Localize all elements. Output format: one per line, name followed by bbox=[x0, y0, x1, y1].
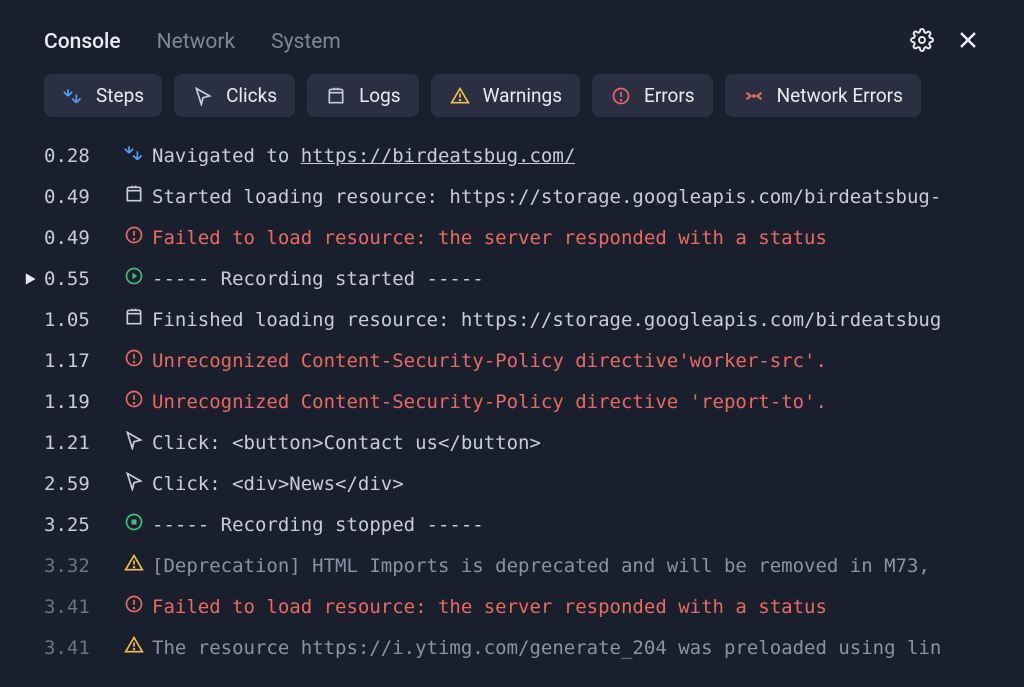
steps-icon bbox=[62, 85, 84, 107]
row-timestamp: 0.49 bbox=[44, 227, 120, 249]
network-error-icon bbox=[743, 85, 765, 107]
log-row[interactable]: 3.25 ----- Recording stopped ----- bbox=[16, 504, 1024, 545]
log-row[interactable]: 1.05 Finished loading resource: https://s… bbox=[16, 299, 1024, 340]
row-icon bbox=[120, 553, 148, 578]
log-row[interactable]: 0.49 Failed to load resource: the server … bbox=[16, 217, 1024, 258]
log-row[interactable]: 0.28 Navigated to https://birdeatsbug.com… bbox=[16, 135, 1024, 176]
filter-label: Steps bbox=[96, 84, 144, 107]
filter-network-errors[interactable]: Network Errors bbox=[725, 74, 921, 117]
nav-link[interactable]: https://birdeatsbug.com/ bbox=[301, 145, 576, 167]
row-icon bbox=[120, 348, 148, 373]
row-icon bbox=[120, 512, 148, 537]
row-icon bbox=[120, 225, 148, 250]
row-icon bbox=[120, 143, 148, 168]
record-stop-icon bbox=[124, 512, 144, 537]
cursor-icon bbox=[124, 471, 144, 496]
row-timestamp: 3.32 bbox=[44, 555, 120, 577]
row-message: ----- Recording stopped ----- bbox=[148, 514, 484, 536]
error-icon bbox=[610, 85, 632, 107]
error-icon bbox=[124, 594, 144, 619]
row-timestamp: 2.59 bbox=[44, 473, 120, 495]
warning-icon bbox=[124, 553, 144, 578]
header-actions bbox=[910, 28, 980, 56]
row-timestamp: 3.41 bbox=[44, 596, 120, 618]
log-row[interactable]: 2.59 Click: <div>News</div> bbox=[16, 463, 1024, 504]
header-bar: Console Network System bbox=[0, 28, 1024, 74]
row-timestamp: 0.49 bbox=[44, 186, 120, 208]
filter-label: Logs bbox=[359, 84, 401, 107]
row-icon bbox=[120, 389, 148, 414]
log-row[interactable]: 0.55 ----- Recording started ----- bbox=[16, 258, 1024, 299]
row-icon bbox=[120, 635, 148, 660]
log-row[interactable]: 1.21 Click: <button>Contact us</button> bbox=[16, 422, 1024, 463]
row-message: Started loading resource: https://storag… bbox=[148, 186, 941, 208]
filter-bar: Steps Clicks Logs Warnings Errors bbox=[0, 74, 1024, 135]
log-list[interactable]: 0.28 Navigated to https://birdeatsbug.com… bbox=[0, 135, 1024, 664]
filter-clicks[interactable]: Clicks bbox=[174, 74, 295, 117]
log-icon bbox=[124, 307, 144, 332]
filter-label: Errors bbox=[644, 84, 695, 107]
row-icon bbox=[120, 184, 148, 209]
row-timestamp: 0.28 bbox=[44, 145, 120, 167]
console-window: Console Network System Steps Clicks bbox=[0, 0, 1024, 687]
row-message: Click: <button>Contact us</button> bbox=[148, 432, 541, 454]
row-timestamp: 3.41 bbox=[44, 637, 120, 659]
cursor-icon bbox=[124, 430, 144, 455]
log-row[interactable]: 3.41 The resource https://i.ytimg.com/gen… bbox=[16, 627, 1024, 664]
close-icon[interactable] bbox=[956, 28, 980, 56]
settings-icon[interactable] bbox=[910, 28, 934, 56]
tab-network[interactable]: Network bbox=[157, 30, 236, 54]
row-message: Unrecognized Content-Security-Policy dir… bbox=[148, 391, 827, 413]
log-icon bbox=[325, 85, 347, 107]
row-timestamp: 1.21 bbox=[44, 432, 120, 454]
tab-strip: Console Network System bbox=[44, 30, 341, 54]
log-row[interactable]: 3.41 Failed to load resource: the server … bbox=[16, 586, 1024, 627]
tab-system[interactable]: System bbox=[271, 30, 341, 54]
row-icon bbox=[120, 266, 148, 291]
row-message: ----- Recording started ----- bbox=[148, 268, 484, 290]
log-row[interactable]: 1.19 Unrecognized Content-Security-Policy… bbox=[16, 381, 1024, 422]
filter-label: Warnings bbox=[483, 84, 562, 107]
row-message: Failed to load resource: the server resp… bbox=[148, 596, 827, 618]
cursor-icon bbox=[192, 85, 214, 107]
steps-icon bbox=[124, 143, 144, 168]
log-icon bbox=[124, 184, 144, 209]
row-timestamp: 0.55 bbox=[44, 268, 120, 290]
row-marker bbox=[16, 272, 44, 286]
row-message: Failed to load resource: the server resp… bbox=[148, 227, 827, 249]
log-row[interactable]: 1.17 Unrecognized Content-Security-Policy… bbox=[16, 340, 1024, 381]
filter-errors[interactable]: Errors bbox=[592, 74, 713, 117]
row-timestamp: 1.17 bbox=[44, 350, 120, 372]
tab-console[interactable]: Console bbox=[44, 30, 121, 54]
error-icon bbox=[124, 348, 144, 373]
filter-label: Clicks bbox=[226, 84, 277, 107]
filter-warnings[interactable]: Warnings bbox=[431, 74, 580, 117]
row-message: [Deprecation] HTML Imports is deprecated… bbox=[148, 555, 930, 577]
warning-icon bbox=[124, 635, 144, 660]
row-icon bbox=[120, 471, 148, 496]
row-timestamp: 1.19 bbox=[44, 391, 120, 413]
error-icon bbox=[124, 225, 144, 250]
filter-steps[interactable]: Steps bbox=[44, 74, 162, 117]
row-message: Unrecognized Content-Security-Policy dir… bbox=[148, 350, 827, 372]
row-message: Finished loading resource: https://stora… bbox=[148, 309, 941, 331]
warning-icon bbox=[449, 85, 471, 107]
error-icon bbox=[124, 389, 144, 414]
filter-label: Network Errors bbox=[777, 84, 903, 107]
row-message: Navigated to https://birdeatsbug.com/ bbox=[148, 145, 575, 167]
filter-logs[interactable]: Logs bbox=[307, 74, 419, 117]
record-start-icon bbox=[124, 266, 144, 291]
row-timestamp: 1.05 bbox=[44, 309, 120, 331]
log-row[interactable]: 0.49 Started loading resource: https://st… bbox=[16, 176, 1024, 217]
row-icon bbox=[120, 430, 148, 455]
row-timestamp: 3.25 bbox=[44, 514, 120, 536]
row-icon bbox=[120, 594, 148, 619]
log-row[interactable]: 3.32 [Deprecation] HTML Imports is deprec… bbox=[16, 545, 1024, 586]
row-message: The resource https://i.ytimg.com/generat… bbox=[148, 637, 941, 659]
row-icon bbox=[120, 307, 148, 332]
row-message: Click: <div>News</div> bbox=[148, 473, 404, 495]
